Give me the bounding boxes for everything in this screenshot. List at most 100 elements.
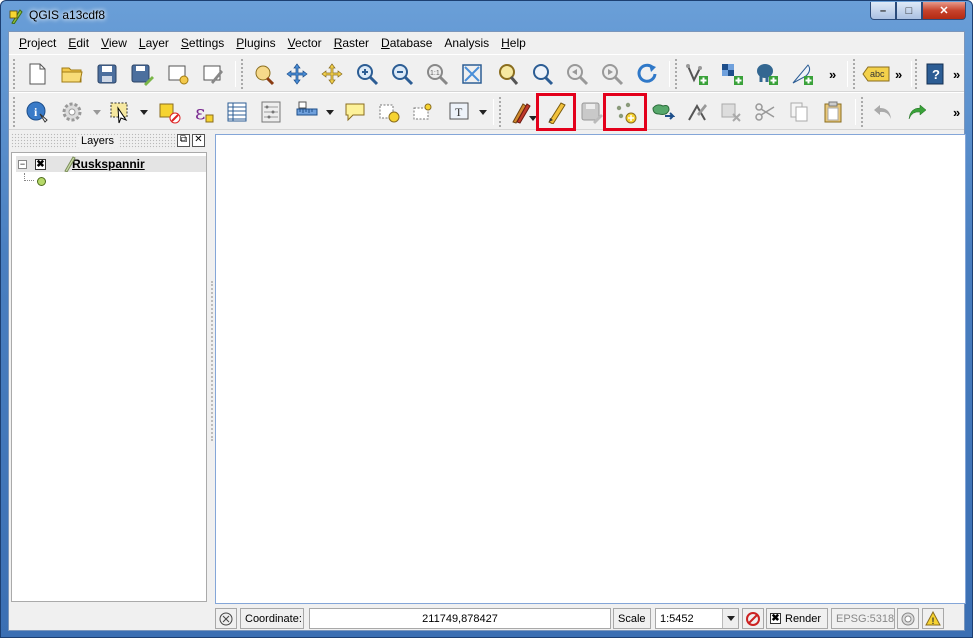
menu-raster[interactable]: Raster (328, 36, 375, 50)
zoom-last-button[interactable] (563, 60, 591, 88)
current-edits-button[interactable] (507, 98, 535, 126)
float-panel-button[interactable]: ⧉ (177, 134, 190, 147)
layer-visibility-checkbox[interactable]: ✖ (35, 158, 46, 170)
copy-features-button[interactable] (785, 98, 813, 126)
new-project-button[interactable] (23, 60, 51, 88)
layer-item[interactable]: − ✖ Ruskspannir (16, 156, 206, 172)
zoom-to-selection-button[interactable] (528, 60, 556, 88)
identify-features-button[interactable]: i (23, 98, 51, 126)
add-feature-button[interactable] (603, 93, 647, 131)
new-print-composer-button[interactable] (164, 60, 192, 88)
crs-status-button[interactable]: EPSG:5318 (831, 608, 895, 629)
menu-plugins[interactable]: Plugins (230, 36, 281, 50)
undo-button[interactable] (869, 98, 897, 126)
zoom-out-button[interactable] (388, 60, 416, 88)
current-edits-dropdown-arrow[interactable] (529, 116, 537, 121)
menu-help[interactable]: Help (495, 36, 532, 50)
save-project-as-button[interactable] (128, 60, 156, 88)
node-tool-button[interactable] (683, 98, 711, 126)
collapse-toggle[interactable]: − (18, 159, 27, 169)
coordinate-toggle-button[interactable] (215, 608, 237, 629)
save-project-button[interactable] (93, 60, 121, 88)
zoom-to-layer-button[interactable] (493, 60, 521, 88)
pan-map-button[interactable] (249, 60, 277, 88)
toolbar-grip[interactable] (241, 59, 244, 89)
menu-vector[interactable]: Vector (282, 36, 328, 50)
toolbar-overflow-button[interactable]: » (895, 67, 902, 82)
map-tips-button[interactable] (341, 98, 369, 126)
cut-features-button[interactable] (751, 98, 779, 126)
layers-tree[interactable]: − ✖ Ruskspannir (11, 152, 207, 602)
close-panel-button[interactable]: ✕ (192, 134, 205, 147)
select-dropdown-arrow[interactable] (140, 110, 148, 115)
deselect-all-button[interactable] (155, 98, 183, 126)
show-bookmarks-button[interactable] (409, 98, 437, 126)
move-feature-button[interactable] (649, 98, 677, 126)
menu-analysis[interactable]: Analysis (438, 36, 495, 50)
text-annotation-button[interactable]: T (445, 98, 473, 126)
menu-edit[interactable]: Edit (62, 36, 95, 50)
select-features-button[interactable] (106, 98, 134, 126)
toolbar-grip[interactable] (861, 97, 864, 127)
annotation-dropdown-arrow[interactable] (479, 110, 487, 115)
toolbar-grip[interactable] (675, 59, 678, 89)
minimize-button[interactable]: – (870, 2, 896, 20)
add-raster-layer-button[interactable] (718, 60, 746, 88)
coordinate-field[interactable]: 211749,878427 (309, 608, 611, 629)
scale-combobox[interactable]: 1:5452 (655, 608, 739, 629)
layers-panel-header[interactable]: Layers ⧉ ✕ (11, 133, 207, 149)
toolbar-overflow-button[interactable]: » (829, 67, 836, 82)
measure-dropdown-arrow[interactable] (326, 110, 334, 115)
zoom-native-resolution-button[interactable]: 1:1 (423, 60, 451, 88)
measure-line-button[interactable] (293, 98, 321, 126)
maximize-button[interactable]: □ (896, 2, 922, 20)
new-bookmark-button[interactable] (375, 98, 403, 126)
zoom-next-button[interactable] (598, 60, 626, 88)
stop-render-button[interactable] (742, 608, 764, 629)
menu-project[interactable]: Project (13, 36, 62, 50)
warning-icon: ! (925, 610, 941, 626)
toolbar-grip[interactable] (915, 59, 918, 89)
toolbar-grip[interactable] (13, 97, 16, 127)
zoom-full-button[interactable] (458, 60, 486, 88)
render-checkbox[interactable]: ✖ (770, 613, 781, 624)
scale-dropdown-button[interactable] (722, 609, 738, 628)
add-vector-layer-button[interactable] (683, 60, 711, 88)
toolbar-grip[interactable] (853, 59, 856, 89)
new-shapefile-layer-button[interactable] (788, 60, 816, 88)
toolbar-grip[interactable] (499, 97, 502, 127)
menu-layer[interactable]: Layer (133, 36, 175, 50)
toolbar-overflow-button[interactable]: » (953, 67, 960, 82)
messages-button[interactable]: ! (922, 608, 944, 629)
menu-view[interactable]: View (95, 36, 133, 50)
save-layer-edits-button[interactable] (577, 98, 605, 126)
map-canvas[interactable] (215, 134, 966, 604)
label-tool-button[interactable]: abc (861, 60, 891, 88)
field-calculator-button[interactable] (257, 98, 285, 126)
open-attribute-table-button[interactable] (223, 98, 251, 126)
pan-to-selected-button[interactable] (318, 60, 346, 88)
menu-database[interactable]: Database (375, 36, 438, 50)
select-by-expression-button[interactable]: ε (189, 98, 217, 126)
zoom-in-button[interactable] (353, 60, 381, 88)
title-bar[interactable]: QGIS a13cdf8 – □ ✕ (1, 1, 972, 31)
delete-selected-button[interactable] (717, 98, 745, 126)
toolbar-grip[interactable] (13, 59, 16, 89)
toggle-editing-button[interactable] (536, 93, 576, 131)
open-project-button[interactable] (58, 60, 86, 88)
composer-manager-button[interactable] (199, 60, 227, 88)
help-contents-button[interactable]: ? (921, 60, 949, 88)
paste-features-button[interactable] (819, 98, 847, 126)
close-window-button[interactable]: ✕ (922, 2, 966, 20)
action-dropdown-arrow[interactable] (93, 110, 101, 115)
action-button[interactable] (58, 98, 86, 126)
redo-button[interactable] (903, 98, 931, 126)
coordinate-label: Coordinate: (240, 608, 304, 629)
menu-settings[interactable]: Settings (175, 36, 230, 50)
refresh-button[interactable] (633, 60, 661, 88)
render-toggle[interactable]: ✖ Render (766, 608, 828, 629)
add-postgis-layer-button[interactable] (753, 60, 781, 88)
pan-to-selection-button[interactable] (283, 60, 311, 88)
toolbar-overflow-button[interactable]: » (953, 105, 960, 120)
crs-projection-button[interactable] (897, 608, 919, 629)
